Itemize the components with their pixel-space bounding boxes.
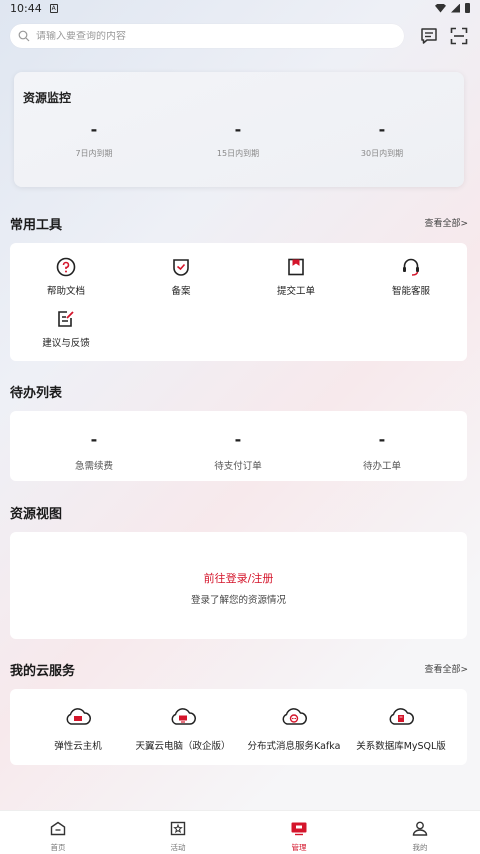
todo-section-title: 待办列表: [10, 386, 63, 401]
service-label: 分布式消息服务Kafka: [247, 741, 341, 752]
cellular-icon: [451, 3, 460, 13]
stat-label: 7日内到期: [75, 149, 113, 158]
service-label: 天翼云电脑（政企版）: [135, 741, 231, 752]
search-input[interactable]: [36, 30, 376, 42]
tool-label: 备案: [171, 286, 191, 297]
todo-pending-tickets[interactable]: - 待办工单: [322, 430, 442, 473]
expiry-30-days[interactable]: - 30日内到期: [322, 121, 442, 159]
nav-label: 我的: [412, 843, 428, 852]
record-filing-icon: [170, 256, 192, 278]
service-cloud-host[interactable]: 弹性云主机: [48, 707, 108, 752]
scan-icon: [450, 27, 468, 45]
tools-card: 帮助文档 备案 提交工单 智能客服 建议与反馈: [10, 243, 467, 361]
tool-label: 提交工单: [276, 286, 315, 297]
nav-manage[interactable]: 管理: [269, 821, 329, 853]
resource-view-section-title: 资源视图: [10, 507, 63, 522]
message-icon: [421, 28, 437, 44]
cloud-pc-icon: [171, 708, 196, 725]
login-hint-text: 登录了解您的资源情况: [190, 595, 286, 606]
activity-icon: [170, 821, 186, 836]
stat-label: 15日内到期: [216, 149, 260, 158]
todo-value: -: [234, 430, 242, 449]
service-label: 弹性云主机: [54, 741, 102, 752]
todo-value: -: [378, 430, 386, 449]
todo-card: - 急需续费 - 待支付订单 - 待办工单: [10, 411, 467, 481]
search-bar[interactable]: [10, 24, 404, 48]
notification-icon: A: [49, 3, 58, 13]
service-cloud-pc[interactable]: 天翼云电脑（政企版）: [133, 707, 233, 752]
todo-label: 待办工单: [362, 461, 401, 472]
battery-icon: [465, 3, 470, 13]
cloud-services-see-all-link[interactable]: 查看全部>: [424, 662, 468, 675]
tool-feedback[interactable]: 建议与反馈: [16, 308, 116, 349]
nav-label: 首页: [50, 843, 66, 852]
login-register-link[interactable]: 前往登录/注册: [10, 570, 467, 586]
stat-value: -: [234, 120, 242, 139]
tool-label: 建议与反馈: [42, 338, 90, 349]
tool-label: 帮助文档: [46, 286, 85, 297]
search-row: [10, 24, 470, 48]
cloud-host-icon: [66, 708, 91, 725]
todo-urgent-renewal[interactable]: - 急需续费: [34, 430, 154, 473]
expiry-15-days[interactable]: - 15日内到期: [178, 121, 298, 159]
customer-service-icon: [400, 256, 422, 278]
nav-home[interactable]: 首页: [28, 821, 88, 853]
service-kafka[interactable]: 分布式消息服务Kafka: [244, 707, 344, 752]
search-icon: [18, 30, 30, 42]
nav-activity[interactable]: 活动: [148, 821, 208, 853]
mysql-icon: [389, 708, 414, 725]
resource-view-card: 前往登录/注册 登录了解您的资源情况: [10, 532, 467, 639]
wifi-icon: [435, 3, 446, 13]
nav-label: 管理: [291, 843, 307, 852]
tool-help-docs[interactable]: 帮助文档: [16, 256, 116, 297]
tool-customer-service[interactable]: 智能客服: [361, 256, 461, 297]
help-doc-icon: [55, 256, 77, 278]
submit-ticket-icon: [285, 256, 307, 278]
feedback-icon: [55, 308, 77, 330]
expiry-7-days[interactable]: - 7日内到期: [34, 121, 154, 159]
tool-label: 智能客服: [391, 286, 430, 297]
service-mysql[interactable]: 关系数据库MySQL版: [355, 707, 447, 752]
tool-submit-ticket[interactable]: 提交工单: [246, 256, 346, 297]
todo-label: 急需续费: [74, 461, 113, 472]
todo-label: 待支付订单: [214, 461, 262, 472]
kafka-icon: [282, 708, 307, 725]
todo-value: -: [90, 430, 98, 449]
status-time: 10:44: [10, 1, 42, 15]
tools-section-title: 常用工具: [10, 218, 63, 233]
tool-record-filing[interactable]: 备案: [131, 256, 231, 297]
profile-icon: [412, 821, 428, 836]
cloud-services-section-title: 我的云服务: [10, 664, 76, 679]
stat-label: 30日内到期: [360, 149, 404, 158]
tools-see-all-link[interactable]: 查看全部>: [424, 216, 468, 229]
bottom-nav: 首页 活动 管理 我的: [0, 810, 480, 854]
nav-label: 活动: [170, 843, 186, 852]
cloud-services-card: 弹性云主机 天翼云电脑（政企版） 分布式消息服务Kafka 关系数据库MySQL…: [10, 689, 467, 765]
manage-icon: [291, 822, 307, 836]
todo-pending-orders[interactable]: - 待支付订单: [178, 430, 298, 473]
service-label: 关系数据库MySQL版: [356, 741, 446, 752]
stat-value: -: [90, 120, 98, 139]
scan-button[interactable]: [448, 24, 470, 48]
resource-monitor-card[interactable]: 资源监控 - 7日内到期 - 15日内到期 - 30日内到期: [14, 72, 464, 187]
stat-value: -: [378, 120, 386, 139]
nav-profile[interactable]: 我的: [390, 821, 450, 853]
home-icon: [50, 821, 66, 836]
status-bar: 10:44 A: [0, 0, 480, 16]
monitor-title: 资源监控: [23, 91, 72, 105]
message-button[interactable]: [418, 24, 440, 48]
